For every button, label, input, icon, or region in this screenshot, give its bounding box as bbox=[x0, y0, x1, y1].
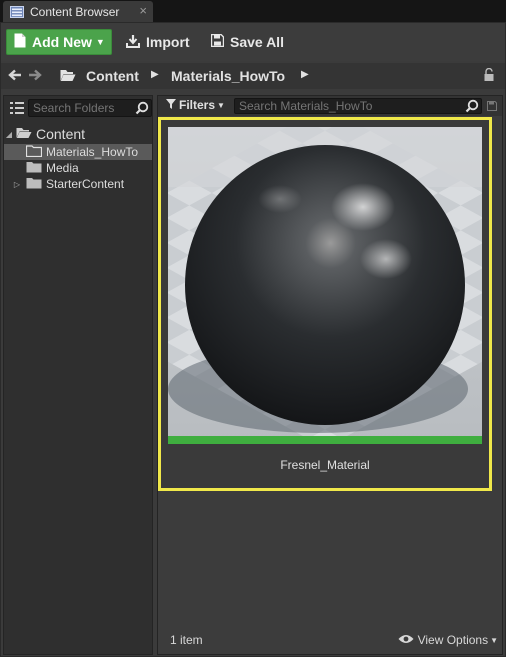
asset-search-input[interactable] bbox=[235, 99, 455, 113]
forward-arrow-icon[interactable] bbox=[28, 68, 42, 86]
breadcrumb-separator-icon[interactable]: ▶ bbox=[151, 69, 159, 80]
chevron-down-icon: ▼ bbox=[217, 100, 225, 110]
asset-filter-bar: Filters ▼ bbox=[158, 96, 502, 116]
new-file-icon bbox=[14, 33, 26, 51]
tree-item-media[interactable]: Media bbox=[4, 160, 152, 176]
search-icon[interactable] bbox=[465, 99, 479, 116]
chevron-down-icon: ▼ bbox=[95, 37, 105, 47]
breadcrumb-content[interactable]: Content bbox=[86, 67, 139, 85]
filter-funnel-icon bbox=[166, 98, 176, 112]
lock-icon[interactable] bbox=[483, 67, 495, 85]
back-arrow-icon[interactable] bbox=[8, 68, 22, 86]
tab-content-browser[interactable]: Content Browser × bbox=[3, 1, 153, 22]
add-new-label: Add New bbox=[32, 34, 92, 50]
asset-view-panel: Filters ▼ Search Materials_HowTo Fresnel… bbox=[157, 95, 503, 655]
view-options-button[interactable]: View Options ▼ bbox=[398, 633, 498, 647]
chevron-down-icon: ▼ bbox=[490, 635, 498, 645]
path-bar: Content ▶ Materials_HowTo ▶ bbox=[1, 63, 505, 89]
tree-item-label: Content bbox=[36, 126, 86, 142]
breadcrumb-separator-icon[interactable]: ▶ bbox=[301, 69, 309, 80]
add-new-button[interactable]: Add New ▼ bbox=[6, 29, 112, 55]
folder-icon bbox=[26, 177, 42, 192]
folder-icon bbox=[26, 161, 42, 176]
filters-button[interactable]: Filters ▼ bbox=[166, 98, 225, 112]
asset-search-field[interactable] bbox=[234, 98, 482, 114]
asset-status-bar: 1 item View Options ▼ bbox=[158, 628, 502, 654]
item-count: 1 item bbox=[170, 633, 203, 647]
save-search-icon[interactable] bbox=[487, 100, 497, 114]
folder-open-icon bbox=[60, 69, 76, 85]
sources-list-icon[interactable] bbox=[10, 102, 24, 117]
search-icon[interactable] bbox=[135, 101, 149, 118]
breadcrumb-materials-howto[interactable]: Materials_HowTo bbox=[171, 67, 285, 85]
material-type-bar bbox=[168, 436, 482, 444]
tree-item-label: Media bbox=[46, 161, 79, 175]
folder-open-icon bbox=[16, 127, 32, 142]
tree-item-content[interactable]: ◢ Content bbox=[4, 126, 152, 142]
close-tab-icon[interactable]: × bbox=[139, 4, 147, 18]
view-options-label: View Options bbox=[417, 633, 489, 647]
tree-item-startercontent[interactable]: ▷ StarterContent bbox=[4, 176, 152, 192]
folder-search-input[interactable] bbox=[29, 100, 129, 116]
sources-panel: ◢ Content Materials_HowTo Media ▷ bbox=[3, 95, 153, 655]
save-all-button[interactable]: Save All bbox=[210, 29, 284, 55]
folder-icon bbox=[25, 144, 43, 160]
eye-icon bbox=[398, 633, 414, 647]
tree-item-materials-howto[interactable]: Materials_HowTo bbox=[4, 144, 152, 160]
save-icon bbox=[210, 33, 225, 50]
import-icon bbox=[126, 34, 140, 51]
content-browser-icon bbox=[10, 5, 24, 18]
tab-title: Content Browser bbox=[30, 4, 120, 19]
asset-tile[interactable]: Fresnel_Material bbox=[158, 117, 492, 491]
tree-item-label: Materials_HowTo bbox=[46, 145, 139, 159]
asset-name: Fresnel_Material bbox=[280, 458, 370, 472]
filters-label: Filters bbox=[179, 98, 216, 112]
expanded-arrow-icon[interactable]: ◢ bbox=[4, 130, 14, 139]
tab-strip: Content Browser × bbox=[0, 0, 506, 22]
toolbar: Add New ▼ Import Save All bbox=[1, 23, 505, 61]
content-browser-window: Add New ▼ Import Save All Content ▶ Mate… bbox=[0, 22, 506, 657]
collapsed-arrow-icon[interactable]: ▷ bbox=[4, 180, 24, 189]
tree-item-label: StarterContent bbox=[46, 177, 125, 191]
folder-search-field[interactable] bbox=[28, 99, 152, 117]
import-label: Import bbox=[146, 34, 190, 50]
material-thumbnail bbox=[168, 127, 482, 443]
save-all-label: Save All bbox=[230, 34, 284, 50]
import-button[interactable]: Import bbox=[126, 29, 190, 55]
